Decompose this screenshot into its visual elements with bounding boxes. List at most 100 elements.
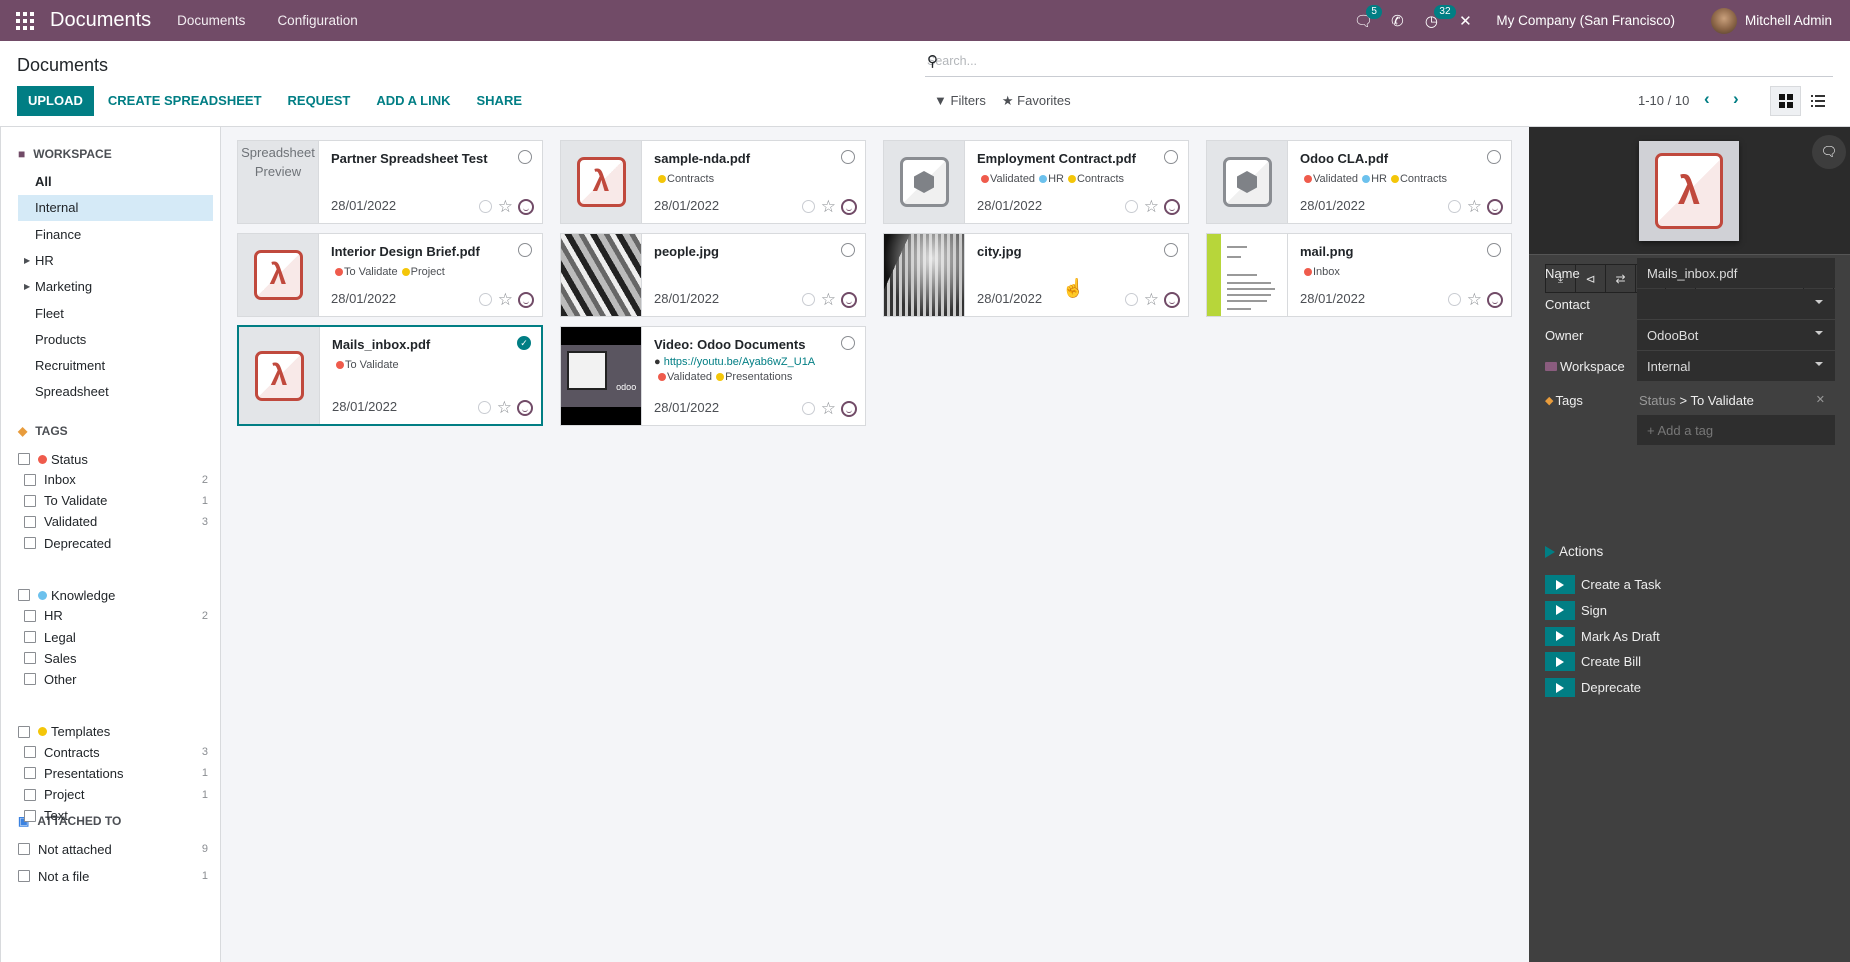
checkbox[interactable]: [24, 494, 36, 507]
play-action-button[interactable]: [1545, 600, 1575, 620]
filters-button[interactable]: ▼ Filters: [934, 93, 986, 109]
document-url-link[interactable]: ● https://youtu.be/Ayab6wZ_U1A: [654, 356, 853, 368]
tag-filter-item[interactable]: Inbox 2: [24, 470, 208, 490]
play-action-button[interactable]: [1545, 652, 1575, 672]
tag-filter-item[interactable]: Text: [24, 806, 208, 826]
add-link-button[interactable]: ADD A LINK: [376, 86, 450, 116]
owner-avatar-icon[interactable]: [841, 291, 857, 308]
favorite-star-icon[interactable]: ☆: [497, 399, 512, 416]
activity-clock-icon[interactable]: [1124, 293, 1138, 306]
document-card[interactable]: Odoo CLA.pdf Validated HR Contracts 28/01/20…: [1206, 140, 1512, 224]
checkbox[interactable]: [24, 631, 36, 643]
document-thumbnail[interactable]: λ: [238, 234, 319, 316]
document-thumbnail[interactable]: [884, 141, 965, 223]
pager-previous-icon[interactable]: ‹: [1704, 89, 1710, 109]
checkbox[interactable]: [18, 870, 30, 882]
checkbox[interactable]: [24, 746, 36, 759]
owner-avatar-icon[interactable]: [518, 198, 534, 215]
messages-button[interactable]: 🗨 5: [1346, 0, 1382, 41]
owner-avatar-icon[interactable]: [517, 399, 533, 416]
activity-clock-icon[interactable]: [801, 200, 815, 213]
select-radio[interactable]: [1487, 150, 1501, 164]
document-thumbnail[interactable]: [1207, 234, 1288, 316]
document-thumbnail[interactable]: [1207, 141, 1288, 223]
select-radio[interactable]: [841, 150, 855, 164]
owner-avatar-icon[interactable]: [841, 400, 857, 417]
sidebar-workspace-item[interactable]: Spreadsheet: [18, 379, 213, 405]
document-thumbnail[interactable]: λ: [561, 141, 642, 223]
tag-filter-item[interactable]: To Validate 1: [24, 491, 208, 511]
action-item[interactable]: Sign: [1545, 600, 1607, 620]
selected-check-icon[interactable]: ✓: [517, 336, 531, 350]
create-spreadsheet-button[interactable]: CREATE SPREADSHEET: [108, 86, 262, 116]
chatter-toggle-button[interactable]: 🗨: [1812, 135, 1846, 169]
tag-filter-item[interactable]: Legal: [24, 627, 208, 647]
checkbox[interactable]: [18, 453, 30, 465]
document-thumbnail[interactable]: [561, 234, 642, 316]
owner-avatar-icon[interactable]: [841, 198, 857, 215]
share-button[interactable]: SHARE: [477, 86, 523, 116]
checkbox[interactable]: [24, 809, 36, 822]
remove-tag-icon[interactable]: ✕: [1816, 393, 1825, 406]
search-icon[interactable]: ⚲: [927, 52, 1831, 70]
checkbox[interactable]: [24, 767, 36, 780]
sidebar-workspace-item[interactable]: Fleet: [18, 301, 213, 327]
workspace-field[interactable]: Internal: [1637, 351, 1835, 381]
favorite-star-icon[interactable]: ☆: [498, 291, 513, 308]
tag-filter-item[interactable]: HR 2: [24, 606, 208, 626]
add-tag-input[interactable]: + Add a tag: [1637, 415, 1835, 445]
tag-filter-item[interactable]: Deprecated: [24, 533, 208, 553]
play-action-button[interactable]: [1545, 626, 1575, 646]
document-card[interactable]: Spreadsheet Preview Partner Spreadsheet Te…: [237, 140, 543, 224]
tag-filter-item[interactable]: Project 1: [24, 785, 208, 805]
pager-next-icon[interactable]: ›: [1733, 89, 1739, 109]
select-radio[interactable]: [518, 243, 532, 257]
action-item[interactable]: Mark As Draft: [1545, 626, 1660, 646]
action-item[interactable]: Deprecate: [1545, 678, 1641, 698]
sidebar-workspace-item[interactable]: All: [18, 169, 213, 195]
document-card[interactable]: odoo Video: Odoo Documents ● https://youtu…: [560, 326, 866, 426]
play-action-button[interactable]: [1545, 575, 1575, 594]
caret-right-icon[interactable]: ▶: [24, 274, 30, 300]
document-thumbnail[interactable]: odoo: [561, 327, 642, 425]
tag-filter-item[interactable]: Presentations 1: [24, 763, 208, 783]
sidebar-workspace-item[interactable]: ▶ Marketing: [18, 274, 213, 300]
activity-clock-icon[interactable]: [1447, 293, 1461, 306]
request-button[interactable]: REQUEST: [288, 86, 351, 116]
favorite-star-icon[interactable]: ☆: [821, 400, 836, 417]
document-card[interactable]: λ Interior Design Brief.pdf To Validate Pro…: [237, 233, 543, 317]
activity-clock-icon[interactable]: [1124, 200, 1138, 213]
document-card[interactable]: city.jpg 28/01/2022 ☆: [883, 233, 1189, 317]
name-field[interactable]: Mails_inbox.pdf: [1637, 258, 1835, 288]
tag-group[interactable]: Templates: [18, 722, 208, 742]
phone-button[interactable]: ✆: [1380, 0, 1414, 41]
sidebar-workspace-item[interactable]: Recruitment: [18, 353, 213, 379]
owner-avatar-icon[interactable]: [1487, 198, 1503, 215]
select-radio[interactable]: [1487, 243, 1501, 257]
sidebar-workspace-item[interactable]: ▶ HR: [18, 248, 213, 274]
tag-filter-item[interactable]: Contracts 3: [24, 742, 208, 762]
activity-clock-icon[interactable]: [801, 293, 815, 306]
owner-field[interactable]: OdooBot: [1637, 320, 1835, 350]
document-thumbnail[interactable]: λ: [239, 327, 320, 424]
select-radio[interactable]: [518, 150, 532, 164]
tag-filter-item[interactable]: Validated 3: [24, 512, 208, 532]
user-avatar[interactable]: [1710, 7, 1737, 34]
debug-tools-button[interactable]: ✕: [1448, 0, 1482, 41]
favorite-star-icon[interactable]: ☆: [821, 291, 836, 308]
list-view-button[interactable]: [1802, 86, 1833, 116]
activity-clock-icon[interactable]: [801, 402, 815, 415]
document-card[interactable]: λ sample-nda.pdf Contracts 28/01/2022 ☆: [560, 140, 866, 224]
tag-filter-item[interactable]: Other: [24, 669, 208, 689]
checkbox[interactable]: [18, 589, 30, 602]
attached-filter-item[interactable]: Not attached 9: [18, 839, 208, 859]
favorite-star-icon[interactable]: ☆: [821, 198, 836, 215]
action-item[interactable]: Create a Task: [1545, 575, 1661, 594]
upload-button[interactable]: UPLOAD: [17, 86, 94, 116]
tag-group[interactable]: Status: [18, 449, 208, 469]
user-menu[interactable]: Mitchell Admin: [1745, 13, 1832, 28]
checkbox[interactable]: [24, 473, 36, 486]
favorite-star-icon[interactable]: ☆: [1467, 291, 1482, 308]
activity-clock-icon[interactable]: [478, 200, 492, 213]
play-action-button[interactable]: [1545, 678, 1575, 698]
